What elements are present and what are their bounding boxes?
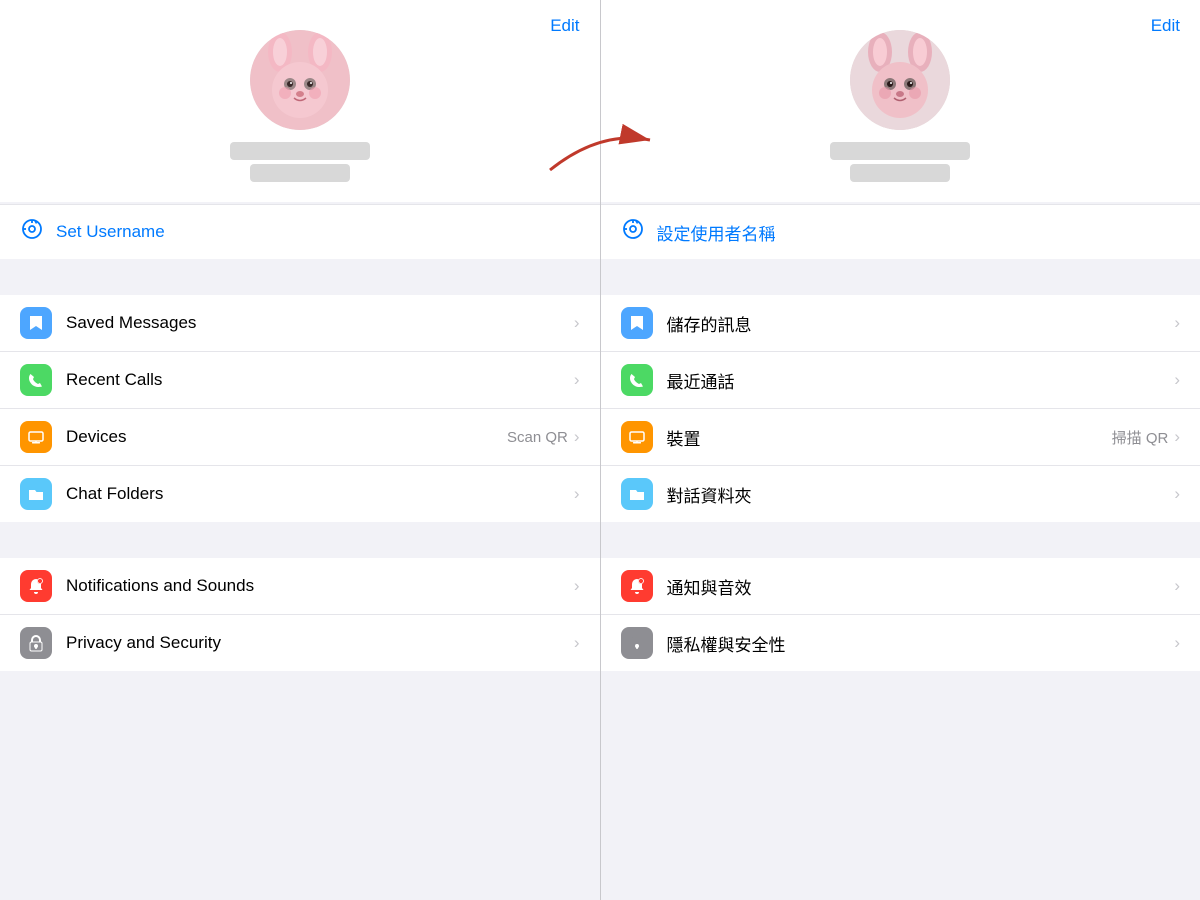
left-notifications-icon xyxy=(20,570,52,602)
left-devices-extra: Scan QR xyxy=(507,429,568,446)
right-devices-label: 裝置 xyxy=(667,425,1112,450)
right-username-icon xyxy=(621,217,645,247)
left-chat-folders-chevron: › xyxy=(574,484,580,504)
right-notifications-chevron: › xyxy=(1174,576,1180,596)
left-name-bar-2 xyxy=(250,164,350,182)
right-profile-section: Edit xyxy=(601,0,1200,202)
left-saved-messages-item[interactable]: Saved Messages › xyxy=(0,295,600,352)
left-recent-calls-chevron: › xyxy=(574,370,580,390)
left-recent-calls-icon xyxy=(20,364,52,396)
right-privacy-item[interactable]: 隱私權與安全性 › xyxy=(601,615,1200,671)
right-saved-messages-item[interactable]: 儲存的訊息 › xyxy=(601,295,1200,352)
right-username-row[interactable]: 設定使用者名稱 xyxy=(601,204,1200,259)
left-saved-messages-chevron: › xyxy=(574,313,580,333)
right-menu-group-1: 儲存的訊息 › 最近通話 › 裝置 掃描 QR › xyxy=(601,295,1200,522)
right-section-sep-1 xyxy=(601,259,1200,295)
right-notifications-item[interactable]: 通知與音效 › xyxy=(601,558,1200,615)
right-saved-messages-chevron: › xyxy=(1174,313,1180,333)
right-name-bar-2 xyxy=(850,164,950,182)
right-recent-calls-icon xyxy=(621,364,653,396)
left-chat-folders-label: Chat Folders xyxy=(66,484,574,504)
left-privacy-label: Privacy and Security xyxy=(66,633,574,653)
left-name-bar-1 xyxy=(230,142,370,160)
left-privacy-item[interactable]: Privacy and Security › xyxy=(0,615,600,671)
right-devices-extra: 掃描 QR xyxy=(1112,427,1169,448)
right-avatar xyxy=(850,30,950,130)
right-privacy-label: 隱私權與安全性 xyxy=(667,631,1175,656)
right-privacy-icon xyxy=(621,627,653,659)
right-section-sep-2 xyxy=(601,522,1200,558)
left-profile-section: Edit xyxy=(0,0,600,202)
left-username-icon xyxy=(20,217,44,247)
left-devices-chevron: › xyxy=(574,427,580,447)
left-chat-folders-item[interactable]: Chat Folders › xyxy=(0,466,600,522)
left-menu-group-1: Saved Messages › Recent Calls › Devices xyxy=(0,295,600,522)
left-privacy-chevron: › xyxy=(574,633,580,653)
right-saved-messages-label: 儲存的訊息 xyxy=(667,311,1175,336)
left-username-row[interactable]: Set Username xyxy=(0,204,600,259)
left-section-sep-1 xyxy=(0,259,600,295)
right-saved-messages-icon xyxy=(621,307,653,339)
right-notifications-label: 通知與音效 xyxy=(667,574,1175,599)
left-saved-messages-icon xyxy=(20,307,52,339)
left-panel: Edit xyxy=(0,0,600,900)
left-avatar xyxy=(250,30,350,130)
left-saved-messages-label: Saved Messages xyxy=(66,313,574,333)
right-devices-chevron: › xyxy=(1174,427,1180,447)
left-section-sep-2 xyxy=(0,522,600,558)
right-devices-icon xyxy=(621,421,653,453)
left-name-block xyxy=(230,142,370,182)
left-devices-item[interactable]: Devices Scan QR › xyxy=(0,409,600,466)
right-recent-calls-label: 最近通話 xyxy=(667,368,1175,393)
right-privacy-chevron: › xyxy=(1174,633,1180,653)
left-recent-calls-label: Recent Calls xyxy=(66,370,574,390)
left-recent-calls-item[interactable]: Recent Calls › xyxy=(0,352,600,409)
right-name-block xyxy=(830,142,970,182)
left-privacy-icon xyxy=(20,627,52,659)
left-username-label: Set Username xyxy=(56,222,165,242)
right-chat-folders-chevron: › xyxy=(1174,484,1180,504)
right-menu-group-2: 通知與音效 › 隱私權與安全性 › xyxy=(601,558,1200,671)
left-menu-group-2: Notifications and Sounds › Privacy and S… xyxy=(0,558,600,671)
right-chat-folders-icon xyxy=(621,478,653,510)
left-notifications-item[interactable]: Notifications and Sounds › xyxy=(0,558,600,615)
left-devices-icon xyxy=(20,421,52,453)
right-panel: Edit xyxy=(601,0,1200,900)
left-notifications-label: Notifications and Sounds xyxy=(66,576,574,596)
left-devices-label: Devices xyxy=(66,427,507,447)
left-edit-button[interactable]: Edit xyxy=(550,16,579,36)
right-edit-button[interactable]: Edit xyxy=(1151,16,1180,36)
right-recent-calls-chevron: › xyxy=(1174,370,1180,390)
left-chat-folders-icon xyxy=(20,478,52,510)
right-chat-folders-label: 對話資料夾 xyxy=(667,482,1175,507)
right-recent-calls-item[interactable]: 最近通話 › xyxy=(601,352,1200,409)
right-devices-item[interactable]: 裝置 掃描 QR › xyxy=(601,409,1200,466)
right-chat-folders-item[interactable]: 對話資料夾 › xyxy=(601,466,1200,522)
right-name-bar-1 xyxy=(830,142,970,160)
left-notifications-chevron: › xyxy=(574,576,580,596)
right-username-label: 設定使用者名稱 xyxy=(657,220,776,245)
right-notifications-icon xyxy=(621,570,653,602)
